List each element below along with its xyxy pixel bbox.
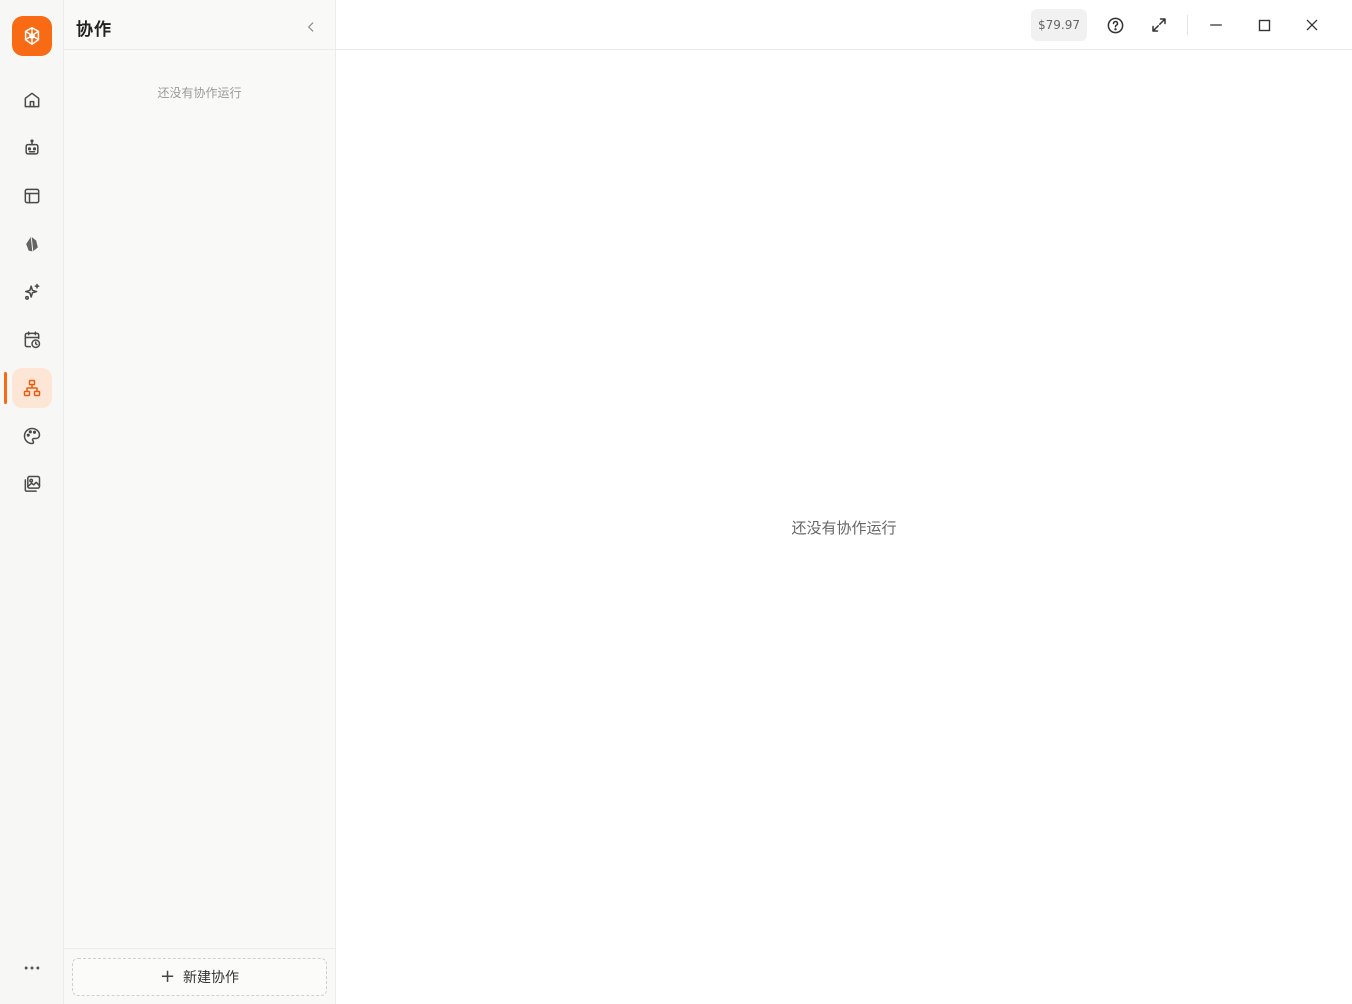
rail-item-gallery[interactable] xyxy=(12,464,52,504)
rail-item-themes[interactable] xyxy=(12,416,52,456)
plus-icon: + xyxy=(159,966,176,987)
balance-badge[interactable]: $79.97 xyxy=(1031,9,1087,41)
knowledge-icon xyxy=(26,236,38,252)
main-empty-state: 还没有协作运行 xyxy=(791,519,897,537)
new-collaboration-label: 新建协作 xyxy=(183,970,240,986)
more-icon xyxy=(24,966,40,970)
rail-item-home[interactable] xyxy=(12,80,52,120)
panel-title: 协作 xyxy=(76,20,112,40)
expand-icon xyxy=(1152,18,1166,32)
collaboration-panel: 协作 还没有协作运行 + 新建协作 xyxy=(64,0,336,1004)
app-logo[interactable] xyxy=(12,16,52,56)
icon-rail xyxy=(0,0,64,1004)
help-icon xyxy=(1107,17,1123,33)
layout-icon xyxy=(24,188,40,204)
close-icon xyxy=(1306,19,1318,31)
new-collaboration-button[interactable]: + 新建协作 xyxy=(72,958,327,996)
panel-empty-state: 还没有协作运行 xyxy=(157,86,242,100)
fullscreen-button[interactable] xyxy=(1145,11,1173,39)
panel-footer: + 新建协作 xyxy=(64,948,335,1004)
minimize-icon xyxy=(1210,24,1222,26)
robot-icon xyxy=(25,139,39,155)
active-indicator xyxy=(4,372,7,404)
rail-item-ai[interactable] xyxy=(12,272,52,312)
help-button[interactable] xyxy=(1101,11,1129,39)
app-logo-icon xyxy=(24,27,40,45)
network-icon xyxy=(23,379,41,397)
title-bar: $79.97 xyxy=(336,0,1352,50)
collapse-panel-button[interactable] xyxy=(300,16,322,38)
rail-item-knowledge[interactable] xyxy=(12,224,52,264)
rail-item-workspace[interactable] xyxy=(12,176,52,216)
calendar-clock-icon xyxy=(24,331,41,349)
rail-item-collaboration[interactable] xyxy=(12,368,52,408)
home-icon xyxy=(24,92,40,108)
more-button[interactable] xyxy=(12,948,52,988)
panel-header: 协作 xyxy=(64,0,335,50)
rail-item-agents[interactable] xyxy=(12,128,52,168)
maximize-icon xyxy=(1258,19,1270,31)
minimize-button[interactable] xyxy=(1202,11,1230,39)
chevron-left-icon xyxy=(308,22,314,32)
sparkles-icon xyxy=(25,283,40,300)
maximize-button[interactable] xyxy=(1250,11,1278,39)
close-button[interactable] xyxy=(1298,11,1326,39)
main-content: 还没有协作运行 xyxy=(336,50,1352,1004)
image-gallery-icon xyxy=(24,475,41,492)
rail-item-schedule[interactable] xyxy=(12,320,52,360)
palette-icon xyxy=(23,427,41,445)
app-window: 协作 还没有协作运行 + 新建协作 $79.97 还没有协作运行 xyxy=(0,0,1352,1004)
titlebar-divider xyxy=(1187,15,1188,35)
